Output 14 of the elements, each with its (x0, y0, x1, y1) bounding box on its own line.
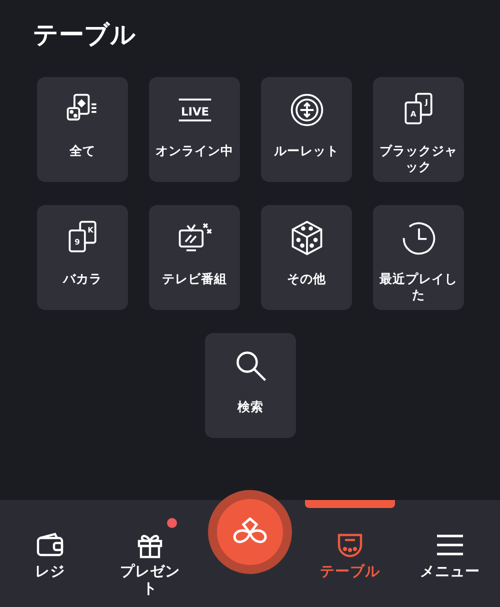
category-tile[interactable]: 最近プレイした (373, 205, 464, 310)
category-tile[interactable]: ルーレット (261, 77, 352, 182)
nav-tab[interactable]: プレゼント (117, 500, 183, 607)
page-title: テーブル (33, 19, 137, 51)
nav-tab[interactable]: メニュー (417, 500, 483, 607)
category-tile[interactable]: その他 (261, 205, 352, 310)
nav-tab[interactable]: レジ (17, 500, 83, 607)
category-tile[interactable]: テレビ番組 (149, 205, 240, 310)
category-tile[interactable]: K 9 バカラ (37, 205, 128, 310)
category-tile[interactable]: LIVE オンライン中 (149, 77, 240, 182)
category-tile[interactable]: 全て (37, 77, 128, 182)
category-tile[interactable]: J A ブラックジャック (373, 77, 464, 182)
nav-tab[interactable]: テーブル (317, 500, 383, 607)
category-tile[interactable]: 検索 (205, 333, 296, 438)
